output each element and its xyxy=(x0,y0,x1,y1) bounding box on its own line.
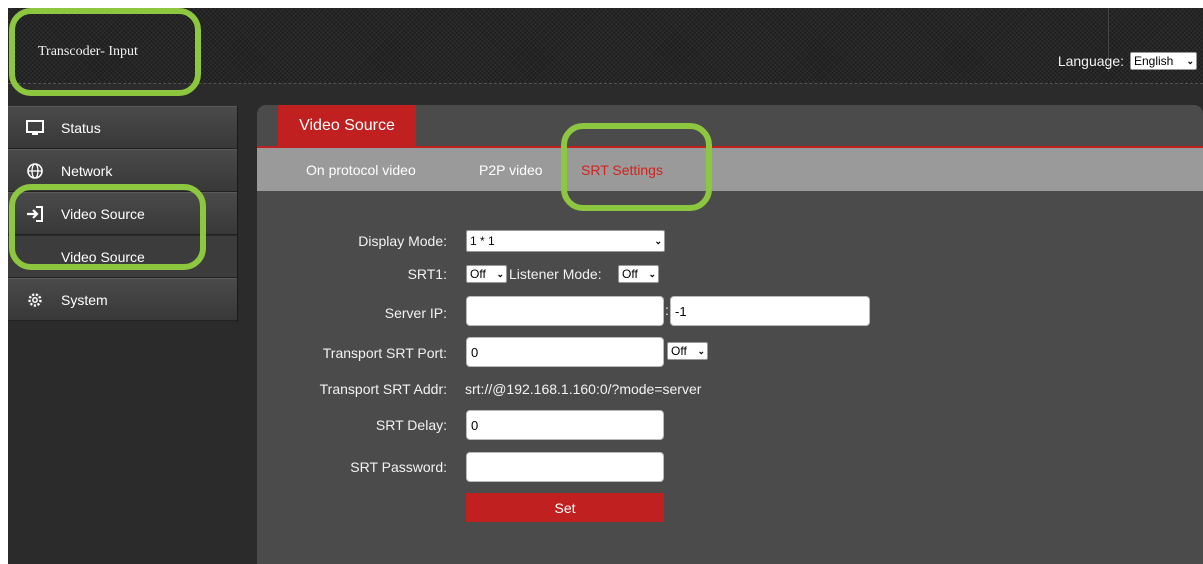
language-select-value: English xyxy=(1134,54,1174,68)
srt-delay-input[interactable]: 0 xyxy=(466,410,664,440)
srt1-value: Off xyxy=(470,267,486,281)
transport-srt-port-toggle-value: Off xyxy=(671,344,687,358)
set-button[interactable]: Set xyxy=(466,493,664,522)
chevron-down-icon: ⌄ xyxy=(1186,55,1194,66)
sidebar-item-label: Video Source xyxy=(61,248,145,265)
transport-srt-addr-label: Transport SRT Addr: xyxy=(319,381,447,397)
language-select[interactable]: English ⌄ xyxy=(1130,52,1197,70)
srt-password-input[interactable] xyxy=(466,452,664,482)
srt-delay-label: SRT Delay: xyxy=(375,417,447,433)
tab-video-source[interactable]: Video Source xyxy=(278,105,416,146)
sidebar-item-label: Network xyxy=(61,162,113,179)
subtab-on-protocol-video[interactable]: On protocol video xyxy=(306,162,416,178)
listener-mode-label: Listener Mode: xyxy=(509,266,602,282)
subtab-bar: On protocol video P2P video SRT Settings xyxy=(257,148,1203,191)
chevron-down-icon: ⌄ xyxy=(654,235,662,246)
sign-in-arrow-icon xyxy=(25,205,45,223)
server-ip-input[interactable] xyxy=(466,296,664,326)
sidebar-subitem-video-source[interactable]: Video Source xyxy=(8,235,237,278)
language-label: Language: xyxy=(1057,53,1124,69)
display-mode-select[interactable]: 1 * 1 ⌄ xyxy=(466,230,665,252)
sidebar-item-video-source[interactable]: Video Source xyxy=(8,192,237,235)
transport-srt-port-toggle[interactable]: Off ⌄ xyxy=(667,342,708,360)
chevron-down-icon: ⌄ xyxy=(648,268,656,279)
sidebar-item-system[interactable]: System xyxy=(8,278,237,321)
display-mode-label: Display Mode: xyxy=(358,233,447,249)
server-ip-label: Server IP: xyxy=(384,305,447,321)
srt-password-label: SRT Password: xyxy=(350,459,447,475)
subtab-srt-settings[interactable]: SRT Settings xyxy=(581,162,663,178)
transport-srt-port-input[interactable]: 0 xyxy=(466,337,664,367)
sidebar-item-status[interactable]: Status xyxy=(8,106,237,149)
sidebar-item-label: System xyxy=(61,291,108,308)
listener-mode-select[interactable]: Off ⌄ xyxy=(618,265,659,283)
chevron-down-icon: ⌄ xyxy=(697,345,705,356)
chevron-down-icon: ⌄ xyxy=(496,268,504,279)
main-panel: Video Source On protocol video P2P video… xyxy=(257,105,1203,564)
sidebar-item-label: Video Source xyxy=(61,205,145,222)
transport-srt-port-label: Transport SRT Port: xyxy=(322,345,447,361)
app-window: Transcoder- Input Language: English ⌄ St… xyxy=(8,8,1203,564)
sidebar-item-network[interactable]: Network xyxy=(8,149,237,192)
language-control: Language: English ⌄ xyxy=(1058,52,1197,70)
subtab-p2p-video[interactable]: P2P video xyxy=(479,162,543,178)
app-title: Transcoder- Input xyxy=(38,44,138,59)
transport-srt-addr-value: srt://@192.168.1.160:0/?mode=server xyxy=(465,381,702,397)
srt1-select[interactable]: Off ⌄ xyxy=(466,265,507,283)
server-port-input[interactable]: -1 xyxy=(670,296,870,326)
header-bar: Transcoder- Input Language: English ⌄ xyxy=(8,8,1203,84)
gear-icon xyxy=(25,291,45,309)
display-mode-value: 1 * 1 xyxy=(470,234,495,248)
sidebar-item-label: Status xyxy=(61,119,101,136)
sidebar: Status Network Video Source Video Source… xyxy=(8,106,238,322)
sidebar-border xyxy=(237,106,238,322)
srt1-label: SRT1: xyxy=(407,266,447,282)
monitor-icon xyxy=(25,119,45,137)
globe-icon xyxy=(25,162,45,180)
listener-mode-value: Off xyxy=(622,267,638,281)
